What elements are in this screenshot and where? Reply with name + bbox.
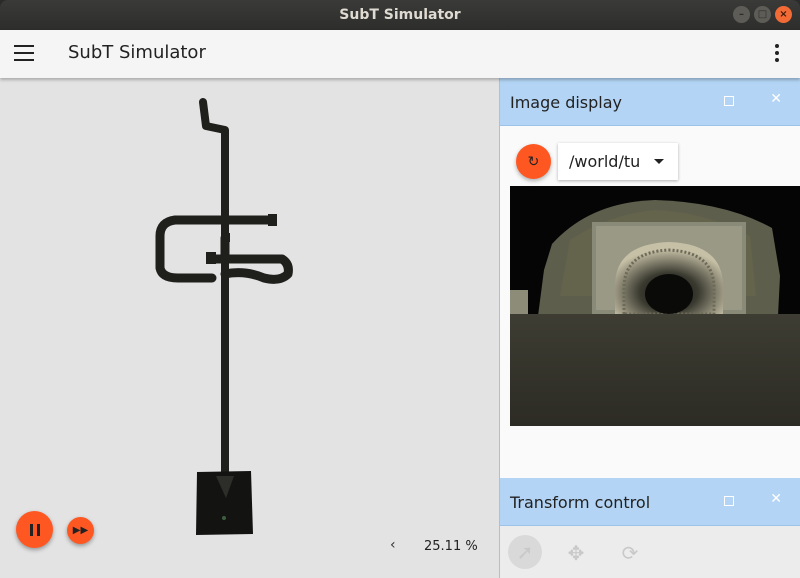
topic-dropdown[interactable]: /world/tu <box>558 143 678 180</box>
scene-viewport[interactable]: ▶▶ ‹ 25.11 % <box>0 78 499 578</box>
real-time-factor: 25.11 % <box>424 539 478 554</box>
tunnel-model <box>155 98 293 535</box>
pause-icon <box>29 523 40 536</box>
maximize-icon[interactable]: □ <box>754 6 771 23</box>
close-icon[interactable]: × <box>775 6 792 23</box>
transform-control-title: Transform control <box>510 493 651 512</box>
refresh-icon: ↻ <box>527 153 540 170</box>
refresh-button[interactable]: ↻ <box>516 144 551 179</box>
image-display-title: Image display <box>510 93 623 112</box>
caret-down-icon <box>654 159 664 164</box>
app-title: SubT Simulator <box>68 42 206 63</box>
window-controls: – □ × <box>733 6 792 23</box>
step-forward-button[interactable]: ▶▶ <box>67 517 94 544</box>
select-arrow-icon[interactable]: ➚ <box>508 535 542 569</box>
transform-control-panel: Transform control ✕ ➚ ✥ ⟳ <box>500 478 800 578</box>
image-display-header[interactable]: Image display ✕ <box>500 78 800 126</box>
square-icon[interactable] <box>724 496 734 506</box>
fast-forward-icon: ▶▶ <box>72 525 89 536</box>
app-bar: SubT Simulator <box>0 30 800 78</box>
camera-image <box>510 186 800 426</box>
close-icon[interactable]: ✕ <box>770 91 782 107</box>
square-icon[interactable] <box>724 96 734 106</box>
hamburger-menu-icon[interactable] <box>14 45 34 61</box>
topic-value: /world/tu <box>569 152 641 171</box>
chevron-left-icon[interactable]: ‹ <box>390 537 396 553</box>
window-titlebar: SubT Simulator – □ × <box>0 0 800 30</box>
translate-move-icon[interactable]: ✥ <box>561 538 591 568</box>
image-display-panel: Image display ✕ ↻ /world/tu <box>500 78 800 478</box>
window-title: SubT Simulator <box>339 7 461 23</box>
kebab-menu-icon[interactable] <box>775 44 779 64</box>
pause-button[interactable] <box>16 511 53 548</box>
close-icon[interactable]: ✕ <box>770 491 782 507</box>
transform-control-header[interactable]: Transform control ✕ <box>500 478 800 526</box>
minimize-icon[interactable]: – <box>733 6 750 23</box>
rotate-icon[interactable]: ⟳ <box>615 538 645 568</box>
